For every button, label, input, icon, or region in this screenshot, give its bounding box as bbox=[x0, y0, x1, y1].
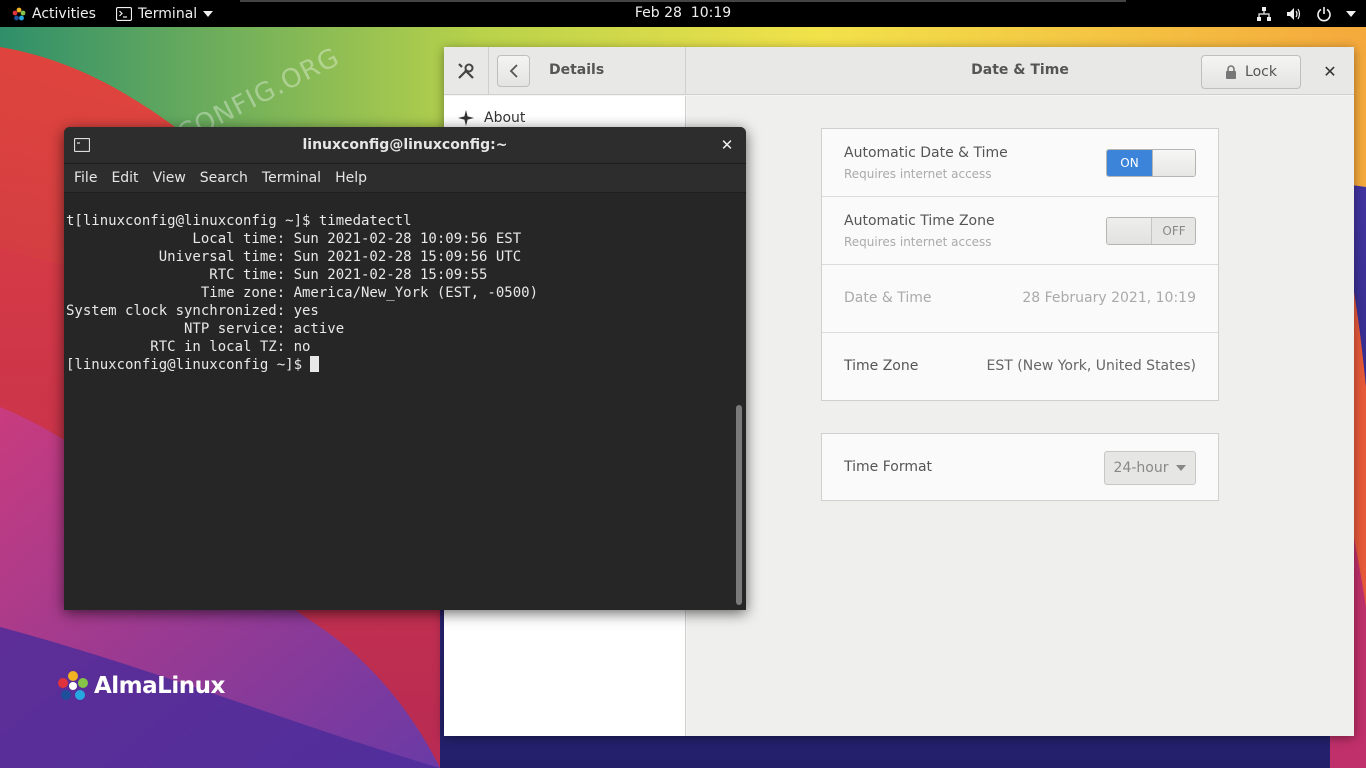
lock-button[interactable]: Lock bbox=[1201, 55, 1301, 89]
time-format-dropdown[interactable]: 24-hour bbox=[1104, 451, 1196, 485]
auto-timezone-row: Automatic Time Zone Requires internet ac… bbox=[822, 197, 1218, 265]
close-icon: ✕ bbox=[720, 136, 734, 154]
switch-off-label: OFF bbox=[1162, 224, 1186, 238]
terminal-title: linuxconfig@linuxconfig:~ bbox=[302, 137, 508, 153]
sidebar-item-about[interactable]: About bbox=[458, 110, 525, 126]
menu-search[interactable]: Search bbox=[200, 170, 256, 186]
chevron-down-icon bbox=[1176, 465, 1187, 471]
terminal-cursor bbox=[310, 356, 320, 372]
terminal-scrollbar[interactable] bbox=[736, 405, 742, 605]
auto-datetime-switch[interactable]: ON bbox=[1106, 149, 1196, 177]
datetime-settings-list: Automatic Date & Time Requires internet … bbox=[821, 128, 1219, 401]
lock-label: Lock bbox=[1245, 64, 1277, 80]
chevron-left-icon bbox=[509, 64, 518, 78]
sidebar-title: Details bbox=[549, 62, 605, 78]
settings-header-left: Details bbox=[444, 47, 686, 95]
terminal-icon bbox=[116, 6, 132, 21]
menu-terminal[interactable]: Terminal bbox=[262, 170, 329, 186]
activities-button[interactable]: Activities bbox=[12, 0, 96, 27]
system-tray[interactable] bbox=[1256, 0, 1356, 27]
terminal-line: NTP service: active bbox=[66, 321, 345, 337]
auto-timezone-switch[interactable]: OFF bbox=[1106, 217, 1196, 245]
power-icon[interactable] bbox=[1316, 6, 1332, 22]
terminal-line: t[linuxconfig@linuxconfig ~]$ timedatect… bbox=[66, 213, 412, 229]
timezone-value: EST (New York, United States) bbox=[986, 358, 1196, 374]
app-menu-label: Terminal bbox=[138, 5, 198, 22]
sparkle-icon bbox=[458, 110, 474, 126]
settings-headerbar: Details Date & Time Lock ✕ bbox=[444, 47, 1354, 95]
network-icon[interactable] bbox=[1256, 6, 1272, 22]
switch-knob bbox=[1107, 218, 1152, 244]
timezone-row[interactable]: Time Zone EST (New York, United States) bbox=[822, 333, 1218, 401]
terminal-line: Local time: Sun 2021-02-28 10:09:56 EST bbox=[66, 231, 522, 247]
terminal-titlebar[interactable]: linuxconfig@linuxconfig:~ ✕ bbox=[64, 127, 746, 164]
timezone-label: Time Zone bbox=[844, 358, 919, 374]
back-button[interactable] bbox=[497, 55, 530, 87]
almalinux-icon bbox=[12, 7, 26, 20]
chevron-down-icon bbox=[203, 10, 214, 17]
terminal-prompt: [linuxconfig@linuxconfig ~]$ bbox=[66, 357, 311, 373]
datetime-row: Date & Time 28 February 2021, 10:19 bbox=[822, 265, 1218, 333]
menu-file[interactable]: File bbox=[74, 170, 105, 186]
datetime-label: Date & Time bbox=[844, 290, 932, 306]
time-format-list: Time Format 24-hour bbox=[821, 433, 1219, 501]
auto-datetime-row: Automatic Date & Time Requires internet … bbox=[822, 129, 1218, 197]
close-icon: ✕ bbox=[1323, 61, 1337, 81]
chevron-down-icon[interactable] bbox=[1346, 10, 1356, 17]
auto-datetime-label: Automatic Date & Time bbox=[844, 145, 1008, 161]
tools-icon bbox=[458, 63, 474, 79]
almalinux-logo-icon bbox=[58, 671, 88, 700]
terminal-output[interactable]: t[linuxconfig@linuxconfig ~]$ timedatect… bbox=[64, 193, 734, 610]
app-menu-button[interactable]: Terminal bbox=[116, 0, 214, 27]
terminal-line: Universal time: Sun 2021-02-28 15:09:56 … bbox=[66, 249, 522, 265]
datetime-panel: Automatic Date & Time Requires internet … bbox=[687, 96, 1354, 736]
menu-edit[interactable]: Edit bbox=[111, 170, 146, 186]
time-format-row: Time Format 24-hour bbox=[822, 434, 1218, 502]
activities-label: Activities bbox=[32, 5, 96, 22]
volume-icon[interactable] bbox=[1286, 6, 1302, 22]
switch-on-label: ON bbox=[1107, 150, 1152, 176]
auto-timezone-label: Automatic Time Zone bbox=[844, 213, 995, 229]
almalinux-logo: AlmaLinux bbox=[56, 669, 225, 703]
terminal-line: System clock synchronized: yes bbox=[66, 303, 319, 319]
auto-datetime-sub: Requires internet access bbox=[844, 167, 992, 181]
terminal-menubar: File Edit View Search Terminal Help bbox=[64, 164, 746, 193]
switch-knob bbox=[1152, 150, 1195, 176]
terminal-prompt-line: [linuxconfig@linuxconfig ~]$ bbox=[66, 356, 734, 374]
terminal-line: RTC time: Sun 2021-02-28 15:09:55 bbox=[66, 267, 488, 283]
menu-view[interactable]: View bbox=[153, 170, 194, 186]
terminal-icon bbox=[74, 138, 90, 152]
close-button[interactable]: ✕ bbox=[1320, 61, 1340, 81]
datetime-value: 28 February 2021, 10:19 bbox=[1022, 290, 1196, 306]
terminal-close-button[interactable]: ✕ bbox=[718, 136, 736, 154]
terminal-line: RTC in local TZ: no bbox=[66, 339, 311, 355]
terminal-line: Time zone: America/New_York (EST, -0500) bbox=[66, 285, 539, 301]
lock-icon bbox=[1226, 65, 1237, 79]
sidebar-item-label: About bbox=[484, 110, 526, 126]
terminal-window: linuxconfig@linuxconfig:~ ✕ File Edit Vi… bbox=[64, 127, 746, 610]
top-bar: Activities Terminal Feb 28 10:19 bbox=[0, 0, 1366, 27]
almalinux-logo-text: AlmaLinux bbox=[94, 673, 225, 699]
auto-timezone-sub: Requires internet access bbox=[844, 235, 992, 249]
header-divider bbox=[488, 47, 489, 95]
time-format-value: 24-hour bbox=[1113, 460, 1169, 476]
menu-help[interactable]: Help bbox=[335, 170, 375, 186]
time-format-label: Time Format bbox=[844, 459, 933, 475]
topbar-divider bbox=[240, 0, 1126, 2]
clock[interactable]: Feb 28 10:19 bbox=[635, 5, 731, 21]
